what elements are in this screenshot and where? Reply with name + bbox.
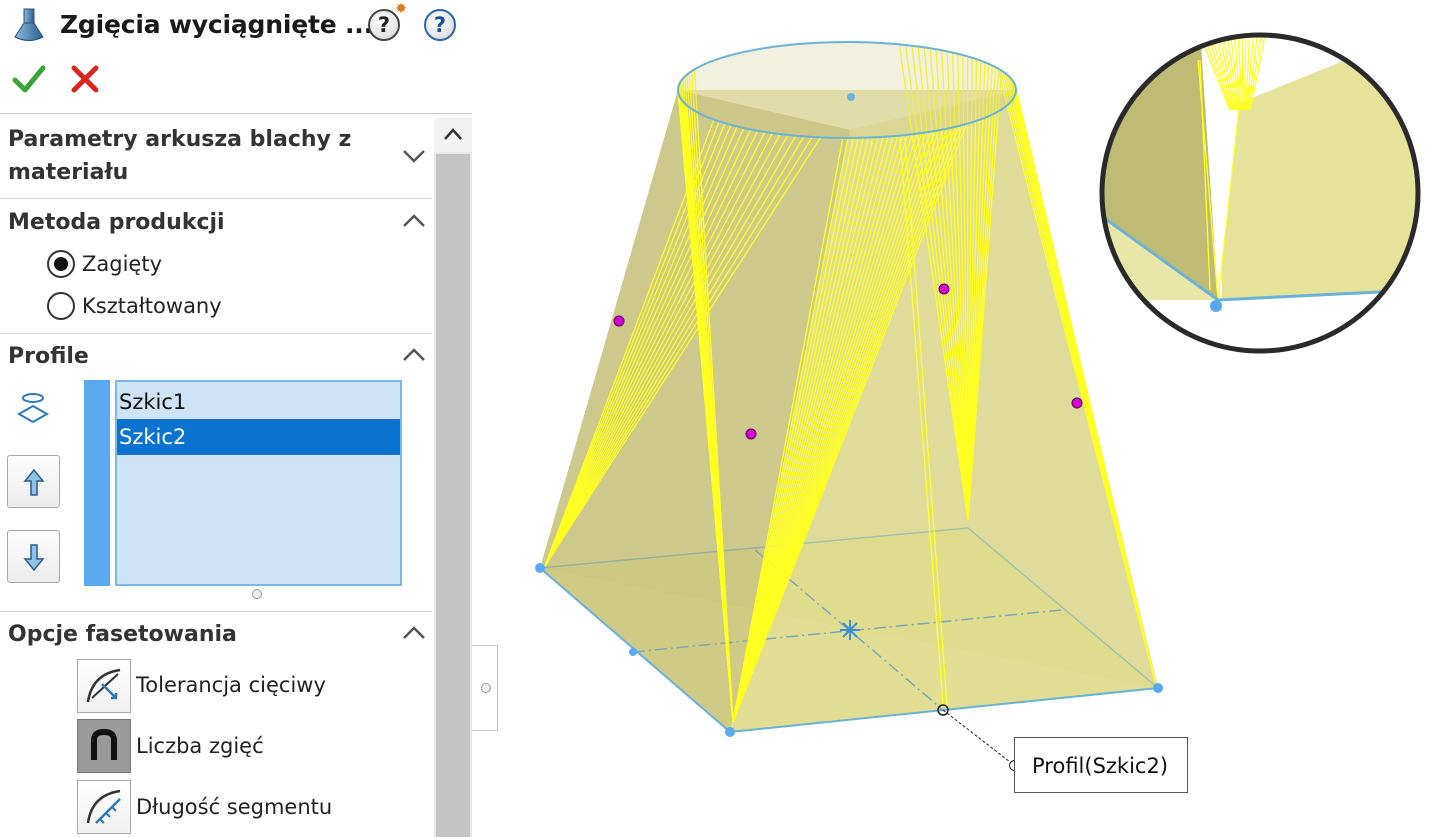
- move-down-button[interactable]: [7, 530, 60, 583]
- graphics-viewport[interactable]: [472, 0, 1440, 837]
- divider: [0, 333, 432, 334]
- divider: [0, 198, 432, 199]
- facet-label-bends: Liczba zgięć: [136, 734, 264, 758]
- radio-bent[interactable]: [47, 250, 75, 278]
- section-title-faceting: Opcje fasetowania: [8, 622, 237, 647]
- profile-callout[interactable]: Profil(Szkic2): [1014, 737, 1188, 793]
- segment-length-icon: [86, 789, 121, 824]
- chord-tolerance-icon: [86, 668, 121, 703]
- chevron-up-icon[interactable]: [400, 622, 428, 644]
- scroll-thumb[interactable]: [436, 154, 470, 837]
- chevron-up-icon[interactable]: [400, 210, 428, 232]
- facet-label-segment: Długość segmentu: [136, 795, 333, 819]
- list-item-selected[interactable]: Szkic2: [117, 419, 400, 455]
- arrow-up-icon: [23, 468, 45, 496]
- chevron-up-icon[interactable]: [400, 344, 428, 366]
- radio-formed[interactable]: [47, 292, 75, 320]
- divider: [0, 611, 432, 612]
- panel-scrollbar[interactable]: [434, 118, 472, 837]
- arrow-down-icon: [23, 544, 45, 572]
- chevron-up-icon: [444, 128, 462, 140]
- segment-length-button[interactable]: [77, 780, 131, 834]
- list-item[interactable]: Szkic1: [117, 384, 400, 420]
- profile-color-bar: [84, 380, 110, 586]
- radio-label-bent: Zagięty: [82, 252, 163, 276]
- section-title-sheet-metal-line2: materiału: [8, 160, 129, 185]
- whats-new-help-button[interactable]: ? ✸: [368, 2, 407, 41]
- chord-tolerance-button[interactable]: [77, 659, 131, 713]
- move-up-button[interactable]: [7, 455, 60, 508]
- facet-label-chord: Tolerancja cięciwy: [136, 673, 326, 697]
- section-title-production: Metoda produkcji: [8, 210, 225, 235]
- section-title-profiles: Profile: [8, 344, 89, 369]
- radio-label-formed: Kształtowany: [82, 294, 222, 318]
- ok-checkmark-icon[interactable]: [12, 62, 46, 96]
- new-star-icon: ✸: [395, 1, 407, 17]
- bends-count-icon: [91, 728, 117, 760]
- page-title: Zgięcia wyciągnięte ...: [60, 10, 373, 39]
- lofted-bend-icon: [14, 8, 44, 41]
- list-resize-handle[interactable]: [252, 589, 262, 599]
- profile-list[interactable]: Szkic1 Szkic2: [115, 380, 402, 586]
- profile-sketch-icon: [16, 393, 50, 424]
- chevron-down-icon[interactable]: [400, 145, 428, 167]
- number-of-bends-button[interactable]: [77, 719, 131, 773]
- question-icon: ?: [433, 13, 447, 37]
- property-manager: Zgięcia wyciągnięte ... ? ✸ ? Parametry …: [0, 0, 472, 837]
- section-title-sheet-metal: Parametry arkusza blachy z: [8, 127, 352, 152]
- cancel-x-icon[interactable]: [68, 62, 102, 96]
- property-manager-header: Zgięcia wyciągnięte ... ? ✸ ?: [0, 0, 472, 114]
- scroll-up-button[interactable]: [434, 118, 472, 152]
- question-icon: ?: [377, 13, 391, 37]
- help-button[interactable]: ?: [424, 9, 456, 41]
